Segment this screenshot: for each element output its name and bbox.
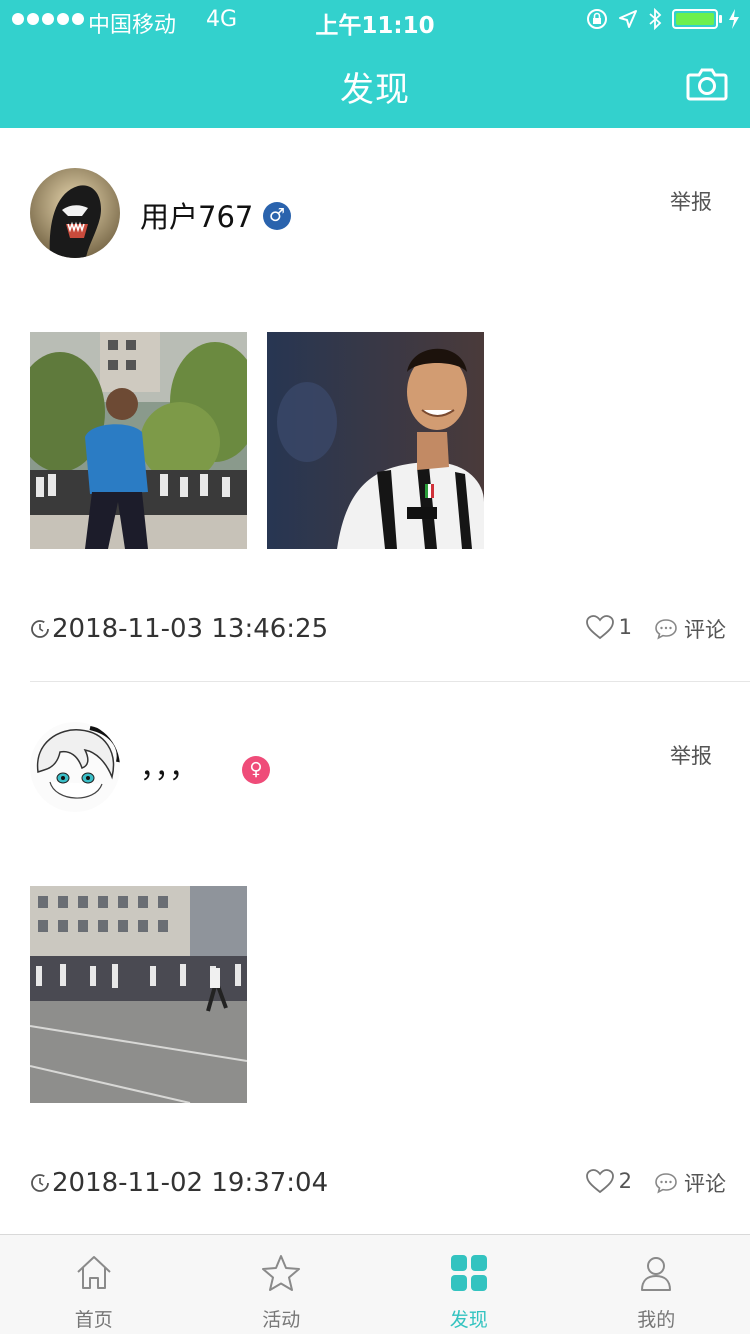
photo-boy-running [30, 332, 247, 549]
post-meta: 2018-11-03 13:46:25 1 评论 [30, 614, 726, 648]
post-photo[interactable] [30, 886, 247, 1103]
tab-discover[interactable]: 发现 [375, 1235, 563, 1334]
comment-button[interactable]: 评论 [654, 614, 726, 644]
like-count: 2 [618, 1169, 632, 1193]
bluetooth-icon [649, 8, 662, 30]
clock-icon [31, 1174, 49, 1192]
discover-feed[interactable]: 用户767 ♂ 举报 2018-11-03 13:46:25 1 评论 ，，， … [0, 128, 750, 1234]
heart-icon [585, 1169, 614, 1194]
avatar[interactable] [30, 722, 120, 812]
photo-school-race [30, 886, 247, 1103]
post-timestamp: 2018-11-03 13:46:25 [52, 614, 329, 644]
post-timestamp: 2018-11-02 19:37:04 [52, 1168, 329, 1198]
tab-label: 发现 [449, 1309, 488, 1331]
home-icon [77, 1256, 111, 1289]
app-header: 中国移动 4G 上午11:10 发现 [0, 0, 750, 128]
avatar[interactable] [30, 168, 120, 258]
heart-icon [585, 615, 614, 640]
username[interactable]: ，，， [140, 744, 198, 786]
charging-icon [729, 9, 739, 29]
page-title: 发现 [340, 70, 410, 110]
person-icon [641, 1257, 672, 1291]
feed-post: 用户767 ♂ 举报 2018-11-03 13:46:25 1 评论 [0, 128, 750, 682]
orientation-lock-icon [587, 9, 607, 29]
username[interactable]: 用户767 [140, 194, 253, 236]
tab-activity[interactable]: 活动 [188, 1235, 376, 1334]
gender-male-icon: ♂ [263, 202, 291, 230]
camera-button[interactable] [686, 66, 728, 102]
comment-button[interactable]: 评论 [654, 1168, 726, 1198]
post-photo[interactable] [267, 332, 484, 549]
tab-mine[interactable]: 我的 [563, 1235, 750, 1334]
tab-home[interactable]: 首页 [0, 1235, 188, 1334]
report-button[interactable]: 举报 [670, 186, 712, 216]
bottom-tab-bar: 首页 活动 发现 我的 [0, 1234, 750, 1334]
comment-icon [655, 1173, 677, 1194]
comment-label: 评论 [684, 618, 726, 642]
status-bar: 中国移动 4G 上午11:10 [0, 0, 750, 40]
like-button[interactable]: 1 [585, 614, 632, 640]
photo-football-player [267, 332, 484, 549]
like-count: 1 [618, 615, 632, 639]
like-button[interactable]: 2 [585, 1168, 632, 1194]
gender-female-icon: ♀ [242, 756, 270, 784]
location-icon [619, 10, 637, 28]
tab-label: 首页 [74, 1309, 113, 1331]
tab-label: 活动 [262, 1309, 301, 1331]
clock-icon [31, 620, 49, 638]
post-photo[interactable] [30, 332, 247, 549]
post-meta: 2018-11-02 19:37:04 2 评论 [30, 1168, 726, 1202]
star-icon [262, 1255, 301, 1291]
feed-post: ，，， ♀ 举报 2018-11-02 19:37:04 2 评论 [0, 682, 750, 1234]
battery-icon [672, 9, 722, 29]
tab-label: 我的 [637, 1309, 676, 1331]
comment-icon [655, 619, 677, 640]
comment-label: 评论 [684, 1172, 726, 1196]
report-button[interactable]: 举报 [670, 740, 712, 770]
grid-icon [450, 1255, 487, 1291]
camera-icon [686, 68, 728, 101]
